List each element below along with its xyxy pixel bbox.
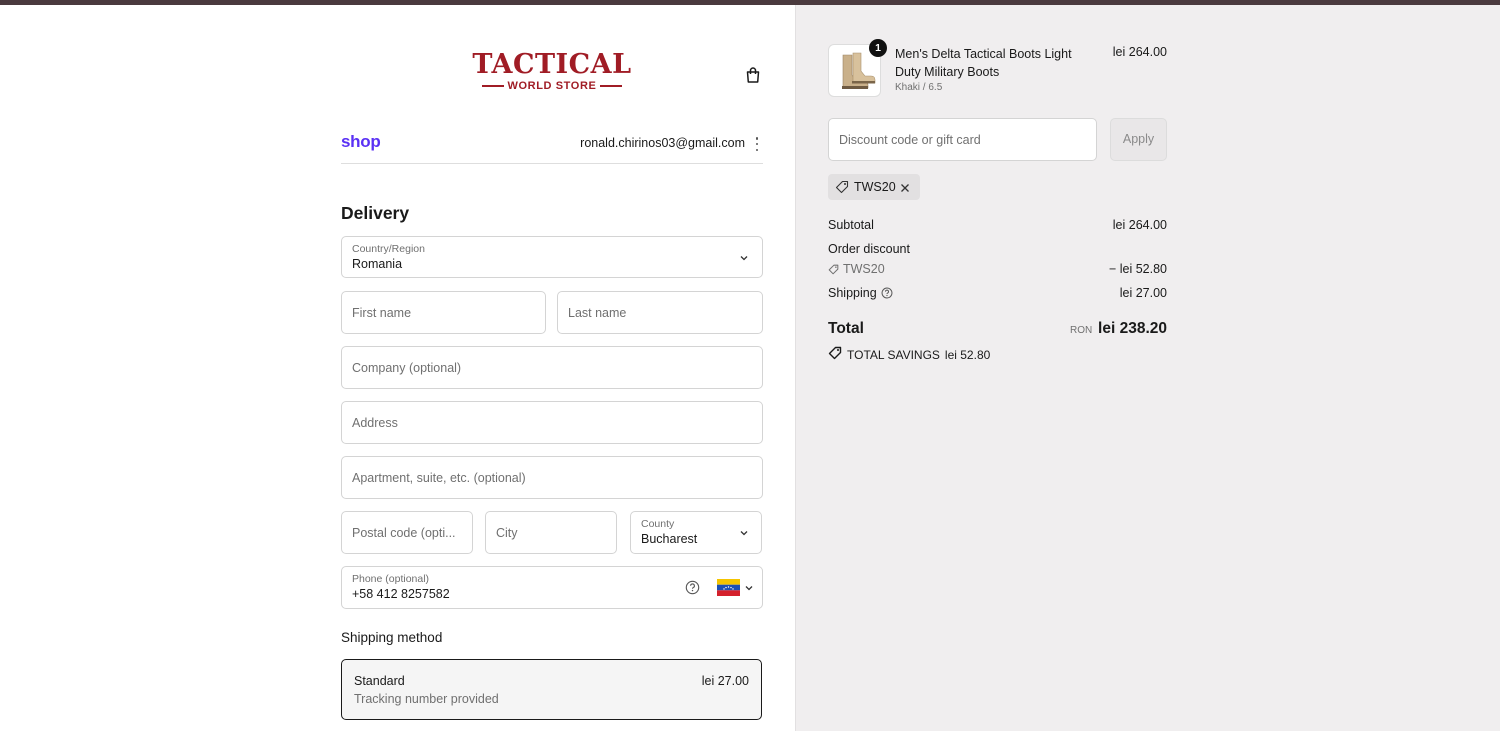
country-select[interactable]: Country/Region Romania — [341, 236, 763, 278]
last-name-field[interactable]: Last name — [557, 291, 763, 334]
total-label: Total — [828, 320, 864, 337]
first-name-placeholder: First name — [352, 305, 412, 320]
discount-code-label: TWS20 — [843, 262, 885, 276]
total-currency: RON — [1070, 325, 1093, 336]
address-field[interactable]: Address — [341, 401, 763, 444]
logo-sub-text: WORLD STORE — [507, 80, 597, 92]
shipping-value: lei 27.00 — [1119, 286, 1167, 300]
shop-account-row: shop ronald.chirinos03@gmail.com — [341, 128, 763, 164]
savings-value: lei 52.80 — [944, 347, 991, 362]
shop-pay-logo: shop — [341, 132, 381, 151]
county-value: Bucharest — [641, 532, 698, 546]
country-value: Romania — [352, 257, 403, 271]
company-placeholder: Company (optional) — [352, 360, 462, 375]
discount-code-row: TWS20 − lei 52.80 — [828, 262, 1167, 278]
first-name-field[interactable]: First name — [341, 291, 546, 334]
postal-code-field[interactable]: Postal code (opti... — [341, 511, 473, 554]
city-placeholder: City — [496, 525, 518, 540]
help-circle-icon[interactable] — [881, 287, 893, 302]
discount-value: − lei 52.80 — [1108, 262, 1167, 276]
city-field[interactable]: City — [485, 511, 617, 554]
account-email: ronald.chirinos03@gmail.com — [580, 136, 745, 150]
chevron-down-icon — [739, 253, 749, 263]
shipping-row: Shipping lei 27.00 — [828, 286, 1167, 302]
quantity-badge: 1 — [869, 39, 887, 57]
country-flag-icon[interactable] — [717, 579, 740, 601]
store-logo[interactable]: TACTICAL WORLD STORE — [472, 50, 632, 98]
shipping-option-standard[interactable]: Standard Tracking number provided lei 27… — [341, 659, 762, 720]
total-value: lei 238.20 — [1098, 320, 1167, 337]
address-placeholder: Address — [352, 415, 398, 430]
shipping-label: Shipping — [828, 286, 877, 300]
remove-discount-icon[interactable] — [899, 181, 911, 199]
subtotal-row: Subtotal lei 264.00 — [828, 218, 1167, 232]
phone-label: Phone (optional) — [352, 573, 430, 585]
order-summary-panel — [795, 5, 1500, 731]
shipping-option-desc: Tracking number provided — [354, 692, 499, 706]
help-circle-icon[interactable] — [685, 580, 700, 600]
shipping-method-heading: Shipping method — [341, 630, 443, 645]
shipping-option-name: Standard — [354, 674, 405, 688]
product-price: lei 264.00 — [1112, 45, 1167, 59]
discount-placeholder: Discount code or gift card — [839, 133, 981, 147]
tag-icon — [835, 180, 849, 199]
shopping-bag-icon[interactable] — [744, 66, 762, 84]
applied-discount-tag: TWS20 — [828, 174, 920, 200]
phone-value: +58 412 8257582 — [352, 587, 450, 601]
logo-main-text: TACTICAL — [472, 49, 632, 80]
product-name: Men's Delta Tactical Boots Light Duty Mi… — [895, 47, 1072, 79]
chevron-down-icon — [739, 528, 749, 538]
total-savings-row: TOTAL SAVINGS lei 52.80 — [828, 346, 990, 363]
county-select[interactable]: County Bucharest — [630, 511, 762, 554]
last-name-placeholder: Last name — [568, 305, 627, 320]
order-discount-label: Order discount — [828, 242, 910, 256]
postal-code-placeholder: Postal code (opti... — [352, 525, 456, 540]
savings-label: TOTAL SAVINGS — [847, 347, 940, 362]
discount-code-input[interactable]: Discount code or gift card — [828, 118, 1097, 161]
county-label: County — [641, 518, 675, 530]
chevron-down-icon — [744, 583, 754, 593]
apartment-placeholder: Apartment, suite, etc. (optional) — [352, 470, 526, 485]
shipping-option-price: lei 27.00 — [701, 674, 749, 688]
subtotal-label: Subtotal — [828, 218, 874, 232]
tag-icon — [828, 264, 839, 278]
apartment-field[interactable]: Apartment, suite, etc. (optional) — [341, 456, 763, 499]
subtotal-value: lei 264.00 — [1112, 218, 1167, 232]
delivery-heading: Delivery — [341, 203, 410, 223]
applied-discount-code: TWS20 — [854, 180, 896, 194]
savings-tag-icon — [828, 346, 842, 363]
country-label: Country/Region — [352, 243, 425, 255]
apply-discount-button[interactable]: Apply — [1110, 118, 1167, 161]
order-discount-row: Order discount — [828, 242, 1167, 256]
company-field[interactable]: Company (optional) — [341, 346, 763, 389]
product-variant: Khaki / 6.5 — [895, 82, 943, 93]
more-options-icon[interactable] — [755, 137, 759, 151]
phone-field[interactable]: Phone (optional) +58 412 8257582 — [341, 566, 763, 609]
